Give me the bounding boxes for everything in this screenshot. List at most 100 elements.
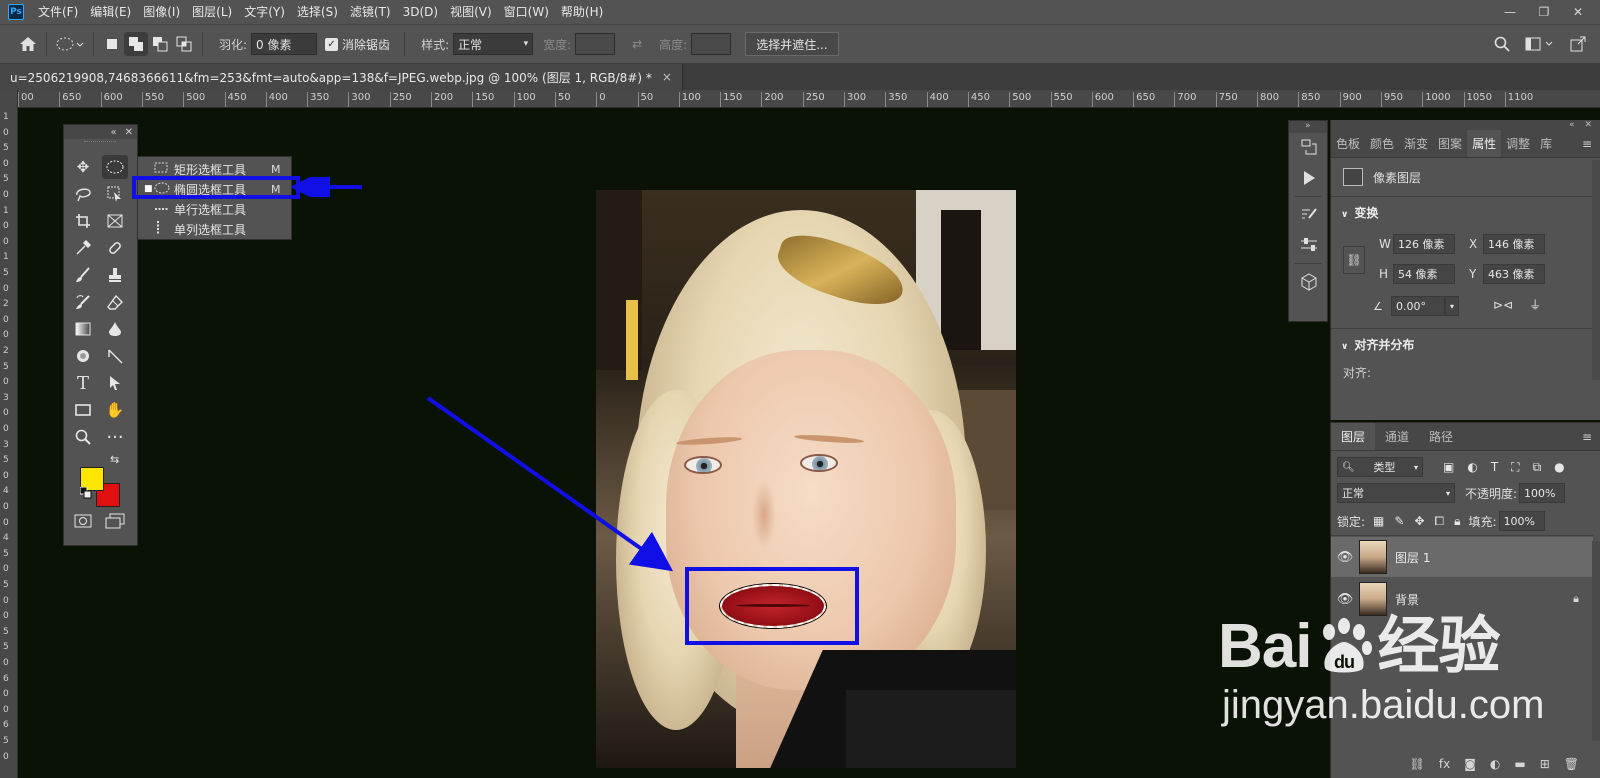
path-selection-tool-icon[interactable] [102,371,128,395]
ellipse-preset-icon[interactable] [53,32,87,56]
menu-type[interactable]: 文字(Y) [238,0,291,24]
add-mask-icon[interactable]: ◙ [1464,757,1476,771]
width-input[interactable] [575,33,616,55]
new-adjustment-icon[interactable]: ◐ [1490,757,1500,771]
align-section-title[interactable]: ∨ 对齐并分布 [1341,336,1414,353]
minimize-button[interactable]: — [1498,0,1522,24]
frame-tool-icon[interactable] [102,209,128,233]
menu-layer[interactable]: 图层(L) [186,0,238,24]
layer-row[interactable]: 👁︎ 图层 1 [1331,537,1593,577]
tab-adjustments[interactable]: 调整 [1501,130,1535,157]
eyedropper-tool-icon[interactable] [70,236,96,260]
dock-expand-icon[interactable]: » [1289,121,1327,133]
object-selection-tool-icon[interactable] [102,182,128,206]
lasso-tool-icon[interactable] [70,182,96,206]
rectangle-tool-icon[interactable] [70,398,96,422]
blur-tool-icon[interactable] [102,317,128,341]
lock-artboard-icon[interactable]: ⧠ [1435,514,1445,529]
brush-tool-icon[interactable] [70,263,96,287]
pen-tool-icon[interactable] [102,344,128,368]
type-tool-icon[interactable]: T [70,371,96,395]
screen-mode-icon[interactable] [102,509,128,533]
width-field[interactable]: 126 像素 [1393,234,1455,254]
panel-menu-icon[interactable]: ≡ [1582,130,1600,157]
properties-scrollbar[interactable] [1592,160,1600,380]
menu-image[interactable]: 图像(I) [137,0,186,24]
fx-icon[interactable]: fx [1439,757,1450,771]
tab-paths[interactable]: 路径 [1419,423,1463,450]
tab-gradients[interactable]: 渐变 [1399,130,1433,157]
layers-scrollbar[interactable] [1592,541,1600,741]
gradient-tool-icon[interactable] [70,317,96,341]
workspace-icon[interactable] [1522,32,1558,56]
height-input[interactable] [691,33,732,55]
delete-layer-icon[interactable]: 🗑︎ [1564,757,1579,771]
tab-channels[interactable]: 通道 [1375,423,1419,450]
panel-menu-icon[interactable]: ≡ [1582,423,1600,450]
intersect-selection-icon[interactable] [172,32,196,56]
opacity-field[interactable]: 100% [1519,483,1566,503]
flip-vertical-icon[interactable]: ⏚ [1529,296,1541,313]
zoom-tool-icon[interactable] [70,425,96,449]
collapse-icon[interactable]: « [110,127,116,138]
default-colors-icon[interactable] [79,486,92,502]
new-layer-icon[interactable]: ⊞ [1540,757,1550,771]
blend-mode-select[interactable]: 正常 ▾ [1337,483,1455,503]
close-panel-icon[interactable]: ✕ [125,127,133,138]
style-select[interactable]: 正常 ▾ [453,33,534,55]
elliptical-marquee-tool-icon[interactable] [102,155,128,179]
link-icon[interactable]: ⛓ [1343,246,1365,274]
more-tools-icon[interactable]: ··· [102,425,128,449]
subtract-selection-icon[interactable] [148,32,172,56]
brush-settings-icon[interactable] [1289,200,1329,230]
healing-brush-tool-icon[interactable] [102,236,128,260]
quick-mask-icon[interactable] [70,509,96,533]
clone-stamp-tool-icon[interactable] [102,263,128,287]
antialias-checkbox[interactable]: ✓ [325,37,339,51]
menu-view[interactable]: 视图(V) [444,0,498,24]
menu-edit[interactable]: 编辑(E) [84,0,137,24]
flyout-item-row-marquee[interactable]: 单行选框工具 [138,199,291,219]
menu-file[interactable]: 文件(F) [32,0,84,24]
tab-color[interactable]: 颜色 [1365,130,1399,157]
share-icon[interactable] [1566,32,1590,56]
close-window-button[interactable]: ✕ [1566,0,1590,24]
filter-pixel-icon[interactable]: ▣ [1443,460,1454,475]
filter-toggle-icon[interactable]: ● [1554,460,1564,475]
tab-libraries[interactable]: 库 [1535,130,1557,157]
angle-field[interactable]: 0.00° [1391,296,1445,316]
y-field[interactable]: 463 像素 [1483,264,1545,284]
add-selection-icon[interactable] [124,32,148,56]
new-selection-icon[interactable] [100,32,124,56]
new-group-icon[interactable]: ▬ [1514,757,1525,771]
fill-field[interactable]: 100% [1498,511,1545,531]
actions-play-icon[interactable] [1289,163,1329,193]
eraser-tool-icon[interactable] [102,290,128,314]
filter-type-icon[interactable]: T [1491,460,1498,475]
history-panel-icon[interactable] [1289,133,1329,163]
3d-cube-icon[interactable] [1289,267,1329,297]
restore-button[interactable]: ❐ [1532,0,1556,24]
menu-window[interactable]: 窗口(W) [498,0,555,24]
flyout-item-column-marquee[interactable]: 单列选框工具 [138,219,291,239]
tab-properties[interactable]: 属性 [1467,130,1502,157]
x-field[interactable]: 146 像素 [1483,234,1545,254]
grip-handle[interactable] [84,141,116,144]
move-tool-icon[interactable]: ✥ [70,155,96,179]
lock-position-icon[interactable]: ✥ [1414,514,1424,529]
document-tab[interactable]: u=2506219908,7468366611&fm=253&fmt=auto&… [0,64,683,90]
close-panel-icon[interactable]: ✕ [1584,120,1592,130]
swap-dimensions-icon[interactable]: ⇄ [625,32,649,56]
filter-adjustment-icon[interactable]: ◐ [1467,460,1477,475]
history-brush-tool-icon[interactable] [70,290,96,314]
lock-image-icon[interactable]: ✎ [1394,514,1404,529]
lock-all-icon[interactable]: 🔒︎ [1454,514,1460,529]
swap-colors-icon[interactable]: ⇆ [110,453,119,466]
collapse-icon[interactable]: « [1569,120,1575,130]
menu-filter[interactable]: 滤镜(T) [344,0,397,24]
height-field[interactable]: 54 像素 [1393,264,1455,284]
select-and-mask-button[interactable]: 选择并遮住... [745,32,839,56]
tab-swatches[interactable]: 色板 [1331,130,1365,157]
flip-horizontal-icon[interactable]: ⊳⊲ [1493,298,1513,312]
hand-tool-icon[interactable]: ✋ [102,398,128,422]
